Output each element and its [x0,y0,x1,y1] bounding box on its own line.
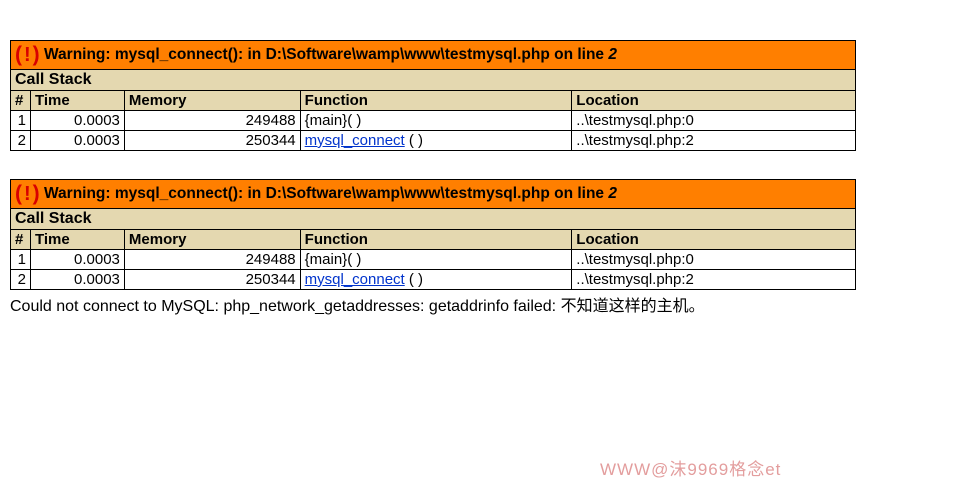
cell-memory: 250344 [124,270,300,290]
col-location: Location [572,230,856,250]
callstack-label: Call Stack [11,70,856,91]
callstack-label: Call Stack [11,209,856,230]
callstack-header: Call Stack [11,209,856,230]
cell-function: {main}( ) [300,250,572,270]
column-headers-row: # Time Memory Function Location [11,230,856,250]
connection-error-message: Could not connect to MySQL: php_network_… [10,292,970,316]
warning-header-row: (!) Warning: mysql_connect(): in D:\Soft… [11,180,856,209]
table-row: 1 0.0003 249488 {main}( ) ..\testmysql.p… [11,250,856,270]
callstack-header: Call Stack [11,70,856,91]
cell-time: 0.0003 [30,131,124,151]
col-function: Function [300,230,572,250]
warning-message: Warning: mysql_connect(): in D:\Software… [44,46,608,63]
mysql-connect-link[interactable]: mysql_connect [305,271,405,288]
warning-icon: (!) [15,43,40,66]
col-memory: Memory [124,91,300,111]
cell-location: ..\testmysql.php:2 [572,270,856,290]
cell-function: mysql_connect ( ) [300,270,572,290]
cell-time: 0.0003 [30,250,124,270]
xdebug-error-table: (!) Warning: mysql_connect(): in D:\Soft… [10,40,856,151]
cell-function: {main}( ) [300,111,572,131]
watermark-text: WWW@沫9969格念et [600,455,781,480]
cell-location: ..\testmysql.php:0 [572,111,856,131]
cell-location: ..\testmysql.php:2 [572,131,856,151]
cell-time: 0.0003 [30,270,124,290]
col-location: Location [572,91,856,111]
warning-line-number: 2 [608,185,617,202]
cell-time: 0.0003 [30,111,124,131]
mysql-connect-link[interactable]: mysql_connect [305,132,405,149]
table-row: 2 0.0003 250344 mysql_connect ( ) ..\tes… [11,270,856,290]
col-num: # [11,230,31,250]
cell-num: 2 [11,270,31,290]
column-headers-row: # Time Memory Function Location [11,91,856,111]
warning-header-row: (!) Warning: mysql_connect(): in D:\Soft… [11,41,856,70]
col-function: Function [300,91,572,111]
cell-memory: 250344 [124,131,300,151]
cell-function: mysql_connect ( ) [300,131,572,151]
table-row: 1 0.0003 249488 {main}( ) ..\testmysql.p… [11,111,856,131]
table-row: 2 0.0003 250344 mysql_connect ( ) ..\tes… [11,131,856,151]
warning-message: Warning: mysql_connect(): in D:\Software… [44,185,608,202]
cell-memory: 249488 [124,111,300,131]
col-num: # [11,91,31,111]
cell-num: 2 [11,131,31,151]
cell-num: 1 [11,111,31,131]
cell-memory: 249488 [124,250,300,270]
col-time: Time [30,230,124,250]
col-time: Time [30,91,124,111]
warning-line-number: 2 [608,46,617,63]
cell-location: ..\testmysql.php:0 [572,250,856,270]
col-memory: Memory [124,230,300,250]
cell-num: 1 [11,250,31,270]
warning-icon: (!) [15,182,40,205]
xdebug-error-table: (!) Warning: mysql_connect(): in D:\Soft… [10,179,856,290]
